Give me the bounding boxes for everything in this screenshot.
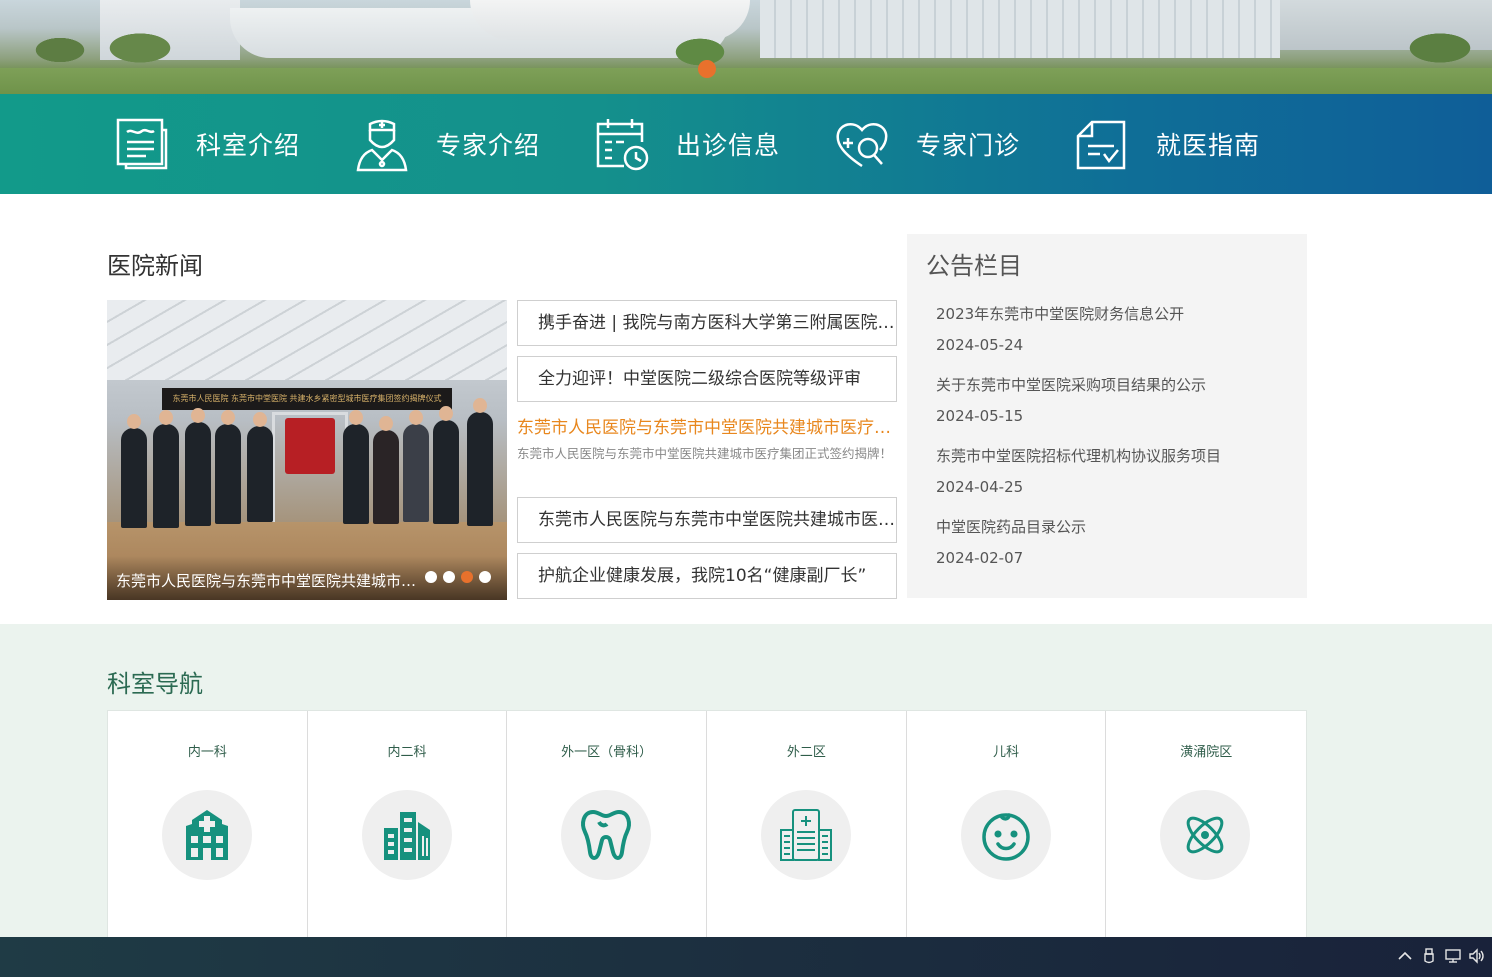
tooth-icon <box>581 810 632 860</box>
nav-item-department-intro[interactable]: 科室介绍 <box>114 94 300 194</box>
chevron-up-icon[interactable] <box>1396 947 1414 965</box>
news-list-item[interactable]: 携手奋进 | 我院与南方医科大学第三附属医院签约 <box>517 300 897 346</box>
news-carousel[interactable]: 东莞市人民医院 东莞市中堂医院 共建水乡紧密型城市医疗集团签约揭牌仪式 东莞市人… <box>107 300 507 600</box>
photo-person <box>467 398 493 526</box>
notice-panel: 公告栏目 2023年东莞市中堂医院财务信息公开 2024-05-24 关于东莞市… <box>907 234 1307 598</box>
notice-item-title[interactable]: 中堂医院药品目录公示 <box>936 516 1086 537</box>
carousel-caption[interactable]: 东莞市人民医院与东莞市中堂医院共建城市医疗集团正式签约揭牌！ <box>116 570 421 591</box>
photo-person <box>373 416 399 524</box>
notice-item: 关于东莞市中堂医院采购项目结果的公示 2024-05-15 <box>936 374 1206 425</box>
volume-icon[interactable] <box>1468 947 1486 965</box>
os-taskbar <box>0 937 1492 977</box>
banner-lawn <box>0 68 1492 94</box>
nav-item-clinic-schedule[interactable]: 出诊信息 <box>594 94 780 194</box>
doctor-icon <box>356 119 408 172</box>
checklist-icon <box>1076 120 1126 170</box>
banner-carousel-dot[interactable] <box>698 60 716 78</box>
department-card-pediatrics[interactable]: 儿科 <box>907 711 1107 938</box>
department-card-internal-2[interactable]: 内二科 <box>308 711 508 938</box>
carousel-dot[interactable] <box>479 571 491 583</box>
department-nav-title: 科室导航 <box>107 670 203 698</box>
department-name: 内一科 <box>187 745 227 760</box>
notice-title: 公告栏目 <box>926 252 1022 280</box>
news-featured-item: 东莞市人民医院与东莞市中堂医院共建城市医疗集团正式签约揭牌！ 东莞市人民医院与东… <box>517 413 897 464</box>
department-icon-circle <box>761 790 852 880</box>
baby-face-icon <box>981 813 1030 861</box>
photo-person <box>403 410 429 522</box>
photo-ceiling <box>107 300 507 380</box>
department-name: 潢涌院区 <box>1180 745 1233 760</box>
department-card-surgery-2[interactable]: 外二区 <box>707 711 907 938</box>
department-grid: 内一科 内二科 外一区（骨科） 外二区 儿科 潢涌院区 <box>107 710 1307 938</box>
department-name: 内二科 <box>387 745 427 760</box>
photo-person <box>433 406 459 524</box>
news-section-title: 医院新闻 <box>107 252 203 280</box>
photo-person <box>185 408 211 526</box>
photo-person <box>153 410 179 528</box>
notice-item: 东莞市中堂医院招标代理机构协议服务项目 2024-04-25 <box>936 445 1221 496</box>
department-nav-section: 科室导航 内一科 内二科 外一区（骨科） 外二区 儿科 潢涌院区 <box>0 624 1492 938</box>
notice-item-date: 2024-02-07 <box>936 549 1024 567</box>
quick-nav-bar: 科室介绍 专家介绍 出诊信息 专家门诊 就医指南 <box>0 94 1492 194</box>
news-featured-title[interactable]: 东莞市人民医院与东莞市中堂医院共建城市医疗集团正式签约揭牌！ <box>517 413 897 438</box>
calendar-clock-icon <box>596 119 649 171</box>
notice-item-title[interactable]: 关于东莞市中堂医院采购项目结果的公示 <box>936 374 1206 395</box>
department-icon-circle <box>162 790 252 880</box>
photo-person <box>121 414 147 528</box>
usb-icon[interactable] <box>1420 947 1438 965</box>
hospital-building-icon <box>186 810 228 860</box>
news-list-item[interactable]: 护航企业健康发展，我院10名“健康副厂长” <box>517 553 897 599</box>
heart-search-icon <box>836 122 888 168</box>
notice-item-title[interactable]: 东莞市中堂医院招标代理机构协议服务项目 <box>936 445 1221 466</box>
department-name: 外一区（骨科） <box>561 745 653 760</box>
nav-item-label: 科室介绍 <box>196 131 301 160</box>
department-card-surgery-1-orthopedics[interactable]: 外一区（骨科） <box>507 711 708 938</box>
document-icon <box>116 118 168 170</box>
notice-item-date: 2024-05-24 <box>936 336 1024 354</box>
department-name: 外二区 <box>786 745 826 760</box>
carousel-caption-bar: 东莞市人民医院与东莞市中堂医院共建城市医疗集团正式签约揭牌！ <box>107 556 507 600</box>
carousel-dot[interactable] <box>443 571 455 583</box>
office-building-icon <box>383 812 430 860</box>
photo-person <box>215 410 241 524</box>
photo-plaque <box>285 418 335 474</box>
photo-board-text: 东莞市人民医院 东莞市中堂医院 共建水乡紧密型城市医疗集团签约揭牌仪式 <box>172 394 442 403</box>
news-featured-desc: 东莞市人民医院与东莞市中堂医院共建城市医疗集团正式签约揭牌！ <box>517 446 893 461</box>
carousel-dot[interactable] <box>461 571 473 583</box>
network-icon[interactable] <box>1444 947 1462 965</box>
nav-item-expert-intro[interactable]: 专家介绍 <box>354 94 540 194</box>
department-card-huangyong-campus[interactable]: 潢涌院区 <box>1106 711 1306 938</box>
atom-icon <box>1187 816 1224 854</box>
carousel-dot[interactable] <box>425 571 437 583</box>
system-tray <box>1390 947 1486 965</box>
department-card-internal-1[interactable]: 内一科 <box>108 711 308 938</box>
department-name: 儿科 <box>993 745 1020 760</box>
notice-item: 2023年东莞市中堂医院财务信息公开 2024-05-24 <box>936 303 1184 354</box>
nav-item-label: 出诊信息 <box>676 131 781 160</box>
notice-item-title[interactable]: 2023年东莞市中堂医院财务信息公开 <box>936 303 1184 324</box>
nav-item-label: 就医指南 <box>1156 131 1261 160</box>
department-icon-circle <box>1160 790 1251 880</box>
nav-item-expert-clinic[interactable]: 专家门诊 <box>834 94 1020 194</box>
department-icon-circle <box>960 790 1051 880</box>
notice-item: 中堂医院药品目录公示 2024-02-07 <box>936 516 1086 567</box>
department-icon-circle <box>361 790 452 880</box>
notice-item-date: 2024-05-15 <box>936 407 1024 425</box>
notice-item-date: 2024-04-25 <box>936 478 1024 496</box>
nav-item-label: 专家门诊 <box>916 131 1021 160</box>
photo-banner-board: 东莞市人民医院 东莞市中堂医院 共建水乡紧密型城市医疗集团签约揭牌仪式 <box>162 388 452 410</box>
hero-banner <box>0 0 1492 94</box>
photo-person <box>343 410 369 524</box>
nav-item-label: 专家介绍 <box>436 131 541 160</box>
news-list-item[interactable]: 全力迎评！中堂医院二级综合医院等级评审 <box>517 356 897 402</box>
nav-item-patient-guide[interactable]: 就医指南 <box>1074 94 1260 194</box>
carousel-dots <box>425 571 497 583</box>
banner-trees <box>0 30 1492 70</box>
news-list-item[interactable]: 东莞市人民医院与东莞市中堂医院共建城市医疗集团 <box>517 497 897 543</box>
photo-person <box>247 412 273 522</box>
department-icon-circle <box>561 790 652 880</box>
clinic-building-icon <box>780 809 833 861</box>
